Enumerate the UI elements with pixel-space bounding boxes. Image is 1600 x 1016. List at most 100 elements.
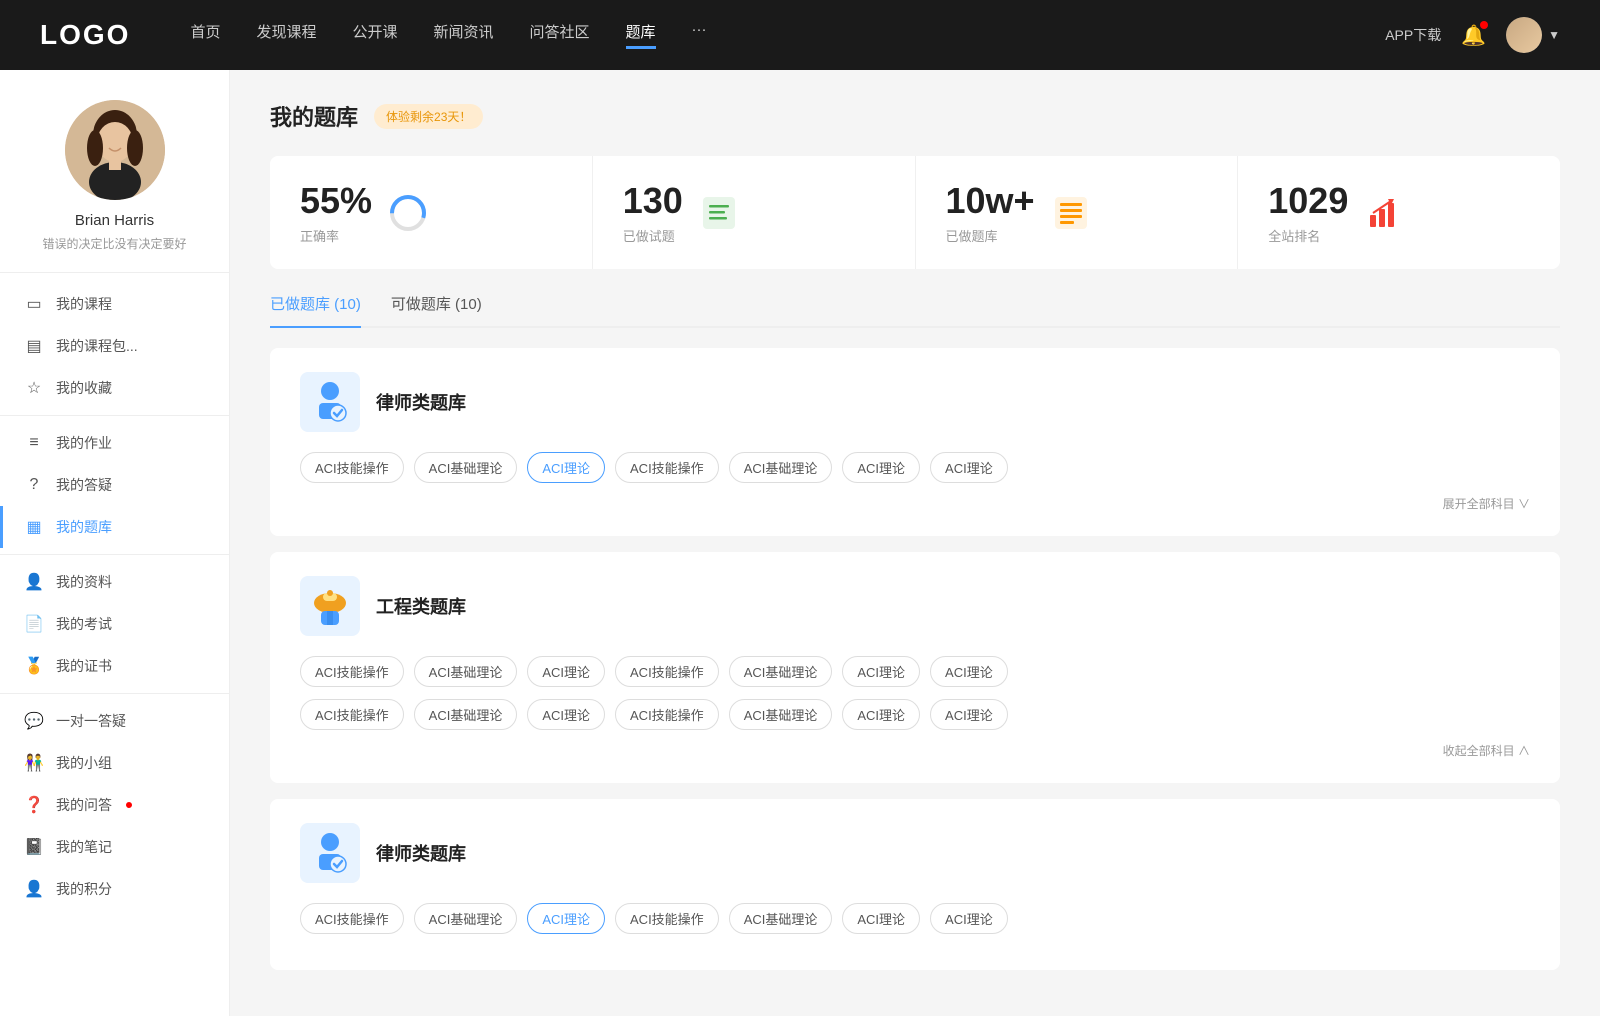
- sidebar-item-course-package[interactable]: ▤ 我的课程包...: [0, 325, 229, 367]
- tag-item[interactable]: ACI基础理论: [729, 452, 833, 483]
- document-icon: ▭: [24, 294, 44, 314]
- tag-item[interactable]: ACI理论: [527, 656, 605, 687]
- tag-item[interactable]: ACI理论: [930, 699, 1008, 730]
- notes-icon: 📓: [24, 837, 44, 857]
- tags-row-1: ACI技能操作 ACI基础理论 ACI理论 ACI技能操作 ACI基础理论 AC…: [300, 452, 1530, 483]
- stat-rank: 1029 全站排名: [1238, 156, 1560, 269]
- tag-item[interactable]: ACI基础理论: [414, 452, 518, 483]
- sidebar-item-my-courses[interactable]: ▭ 我的课程: [0, 283, 229, 325]
- tag-item[interactable]: ACI理论: [930, 656, 1008, 687]
- avatar: [65, 100, 165, 200]
- nav-more[interactable]: ···: [692, 21, 707, 49]
- exam-icon: 📄: [24, 614, 44, 634]
- nav-news[interactable]: 新闻资讯: [434, 21, 494, 49]
- tag-item[interactable]: ACI基础理论: [414, 699, 518, 730]
- nav-questionbank[interactable]: 题库: [626, 21, 656, 49]
- tag-item[interactable]: ACI技能操作: [300, 699, 404, 730]
- tag-item[interactable]: ACI理论: [842, 452, 920, 483]
- bank-card-engineer: 工程类题库 ACI技能操作 ACI基础理论 ACI理论 ACI技能操作 ACI基…: [270, 552, 1560, 783]
- tab-done[interactable]: 已做题库 (10): [270, 293, 361, 326]
- tag-item[interactable]: ACI技能操作: [615, 656, 719, 687]
- trial-badge: 体验剩余23天！: [374, 104, 483, 129]
- sidebar-item-notes[interactable]: 📓 我的笔记: [0, 826, 229, 868]
- tutoring-icon: 💬: [24, 711, 44, 731]
- tag-item[interactable]: ACI技能操作: [615, 452, 719, 483]
- tag-item[interactable]: ACI技能操作: [300, 452, 404, 483]
- tag-item[interactable]: ACI技能操作: [300, 656, 404, 687]
- done-icon: [699, 193, 739, 233]
- tag-item-selected[interactable]: ACI理论: [527, 903, 605, 934]
- tag-item[interactable]: ACI基础理论: [729, 656, 833, 687]
- tab-available[interactable]: 可做题库 (10): [391, 293, 482, 326]
- sidebar-item-tutoring[interactable]: 💬 一对一答疑: [0, 700, 229, 742]
- divider1: [0, 415, 229, 416]
- tag-item[interactable]: ACI理论: [930, 452, 1008, 483]
- homework-icon: ≡: [24, 434, 44, 452]
- bank-card-header-3: 律师类题库: [300, 823, 1530, 883]
- nav-home[interactable]: 首页: [190, 21, 220, 49]
- tag-item[interactable]: ACI基础理论: [414, 656, 518, 687]
- bank-card-header-1: 律师类题库: [300, 372, 1530, 432]
- navbar-nav: 首页 发现课程 公开课 新闻资讯 问答社区 题库 ···: [190, 21, 1385, 49]
- sidebar-item-points[interactable]: 👤 我的积分: [0, 868, 229, 910]
- tag-item[interactable]: ACI理论: [930, 903, 1008, 934]
- sidebar-item-questionbank[interactable]: ▦ 我的题库: [0, 506, 229, 548]
- nav-opencourse[interactable]: 公开课: [352, 21, 397, 49]
- nav-discover[interactable]: 发现课程: [256, 21, 316, 49]
- lawyer-icon-1: [300, 372, 360, 432]
- navbar-avatar: [1506, 17, 1542, 53]
- bell-badge: [1480, 21, 1488, 29]
- tags-row-2b: ACI技能操作 ACI基础理论 ACI理论 ACI技能操作 ACI基础理论 AC…: [300, 699, 1530, 730]
- tag-item[interactable]: ACI理论: [842, 656, 920, 687]
- tag-item[interactable]: ACI基础理论: [414, 903, 518, 934]
- stat-bankdone: 10w+ 已做题库: [916, 156, 1239, 269]
- star-icon: ☆: [24, 378, 44, 398]
- tag-item[interactable]: ACI技能操作: [615, 903, 719, 934]
- tag-item[interactable]: ACI基础理论: [729, 699, 833, 730]
- tag-item[interactable]: ACI理论: [842, 699, 920, 730]
- lawyer-icon-2: [300, 823, 360, 883]
- sidebar-item-group[interactable]: 👫 我的小组: [0, 742, 229, 784]
- sidebar-menu: ▭ 我的课程 ▤ 我的课程包... ☆ 我的收藏 ≡ 我的作业 ? 我的答疑 ▦: [0, 283, 229, 910]
- sidebar-item-myqa[interactable]: ❓ 我的问答: [0, 784, 229, 826]
- bank-card-lawyer1: 律师类题库 ACI技能操作 ACI基础理论 ACI理论 ACI技能操作 ACI基…: [270, 348, 1560, 536]
- materials-icon: 👤: [24, 572, 44, 592]
- main-content: 我的题库 体验剩余23天！ 55% 正确率 130: [230, 70, 1600, 1016]
- notification-bell[interactable]: 🔔: [1461, 23, 1486, 48]
- chevron-down-icon: ▼: [1548, 28, 1560, 42]
- expand-link-1[interactable]: 展开全部科目 ∨: [300, 495, 1530, 512]
- tag-item[interactable]: ACI基础理论: [729, 903, 833, 934]
- user-menu[interactable]: ▼: [1506, 17, 1560, 53]
- bank-card-header-2: 工程类题库: [300, 576, 1530, 636]
- tabs-row: 已做题库 (10) 可做题库 (10): [270, 293, 1560, 328]
- sidebar-profile: Brian Harris 错误的决定比没有决定要好: [0, 100, 229, 273]
- profile-name: Brian Harris: [20, 212, 209, 229]
- tag-item-selected[interactable]: ACI理论: [527, 452, 605, 483]
- tags-row-3: ACI技能操作 ACI基础理论 ACI理论 ACI技能操作 ACI基础理论 AC…: [300, 903, 1530, 934]
- sidebar-item-favorites[interactable]: ☆ 我的收藏: [0, 367, 229, 409]
- sidebar-item-homework[interactable]: ≡ 我的作业: [0, 422, 229, 464]
- accuracy-icon: [388, 193, 428, 233]
- tag-item[interactable]: ACI技能操作: [300, 903, 404, 934]
- bankdone-icon: [1051, 193, 1091, 233]
- stat-accuracy: 55% 正确率: [270, 156, 593, 269]
- sidebar-item-materials[interactable]: 👤 我的资料: [0, 561, 229, 603]
- stat-done: 130 已做试题: [593, 156, 916, 269]
- sidebar-item-certificate[interactable]: 🏅 我的证书: [0, 645, 229, 687]
- divider3: [0, 693, 229, 694]
- app-download-button[interactable]: APP下载: [1385, 25, 1441, 45]
- tag-item[interactable]: ACI理论: [842, 903, 920, 934]
- nav-qa[interactable]: 问答社区: [530, 21, 590, 49]
- divider2: [0, 554, 229, 555]
- group-icon: 👫: [24, 753, 44, 773]
- navbar: LOGO 首页 发现课程 公开课 新闻资讯 问答社区 题库 ··· APP下载 …: [0, 0, 1600, 70]
- profile-motto: 错误的决定比没有决定要好: [20, 235, 209, 252]
- sidebar-item-exam[interactable]: 📄 我的考试: [0, 603, 229, 645]
- stats-row: 55% 正确率 130 已做试题: [270, 156, 1560, 269]
- sidebar-item-qna[interactable]: ? 我的答疑: [0, 464, 229, 506]
- tag-item[interactable]: ACI理论: [527, 699, 605, 730]
- qa-badge: [126, 802, 132, 808]
- collapse-link-2[interactable]: 收起全部科目 ∧: [300, 742, 1530, 759]
- navbar-logo: LOGO: [40, 19, 130, 51]
- tag-item[interactable]: ACI技能操作: [615, 699, 719, 730]
